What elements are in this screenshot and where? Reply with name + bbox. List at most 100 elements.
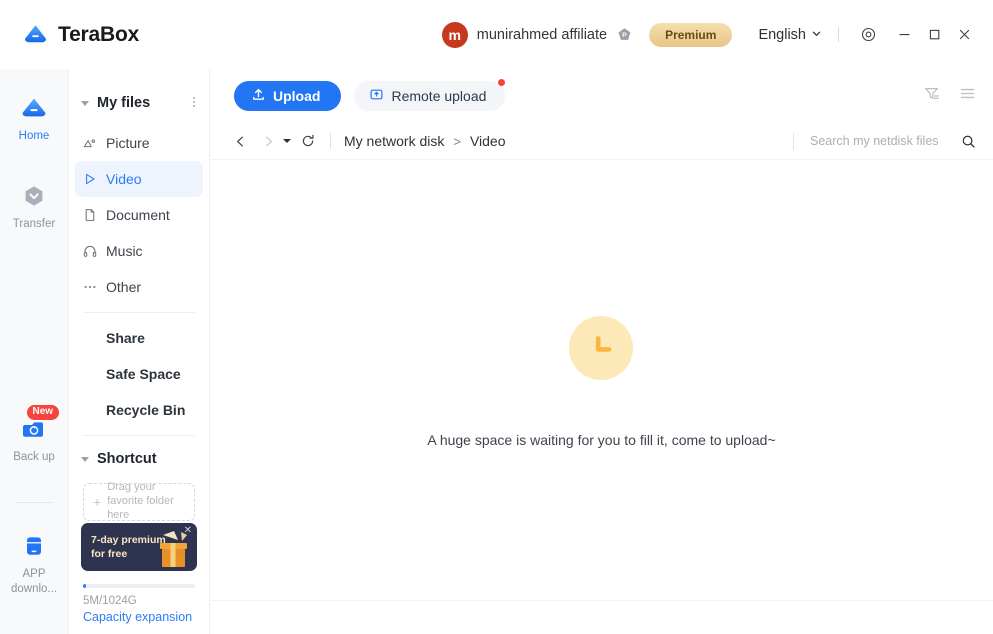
breadcrumb-item-current[interactable]: Video (470, 133, 506, 149)
app-download-icon (19, 531, 49, 561)
rail-label: Transfer (12, 218, 56, 231)
upload-button[interactable]: Upload (234, 81, 342, 111)
rail-label: Back up (13, 450, 55, 463)
terabox-cloud-logo-icon (22, 21, 49, 48)
breadcrumb-separator: > (453, 133, 461, 149)
file-list-area: A huge space is waiting for you to fill … (210, 159, 993, 634)
refresh-icon[interactable] (299, 134, 316, 148)
tree-item-share[interactable]: Share (75, 320, 203, 356)
promo-text: 7-day premium for free (91, 533, 166, 561)
content-bottom-divider (210, 600, 993, 601)
more-vertical-icon[interactable] (189, 93, 199, 113)
main-panel: Upload Remote upload My network disk > V… (210, 69, 993, 634)
document-icon (83, 208, 97, 222)
tree-item-picture[interactable]: Picture (75, 125, 203, 161)
tree-item-document[interactable]: Document (75, 197, 203, 233)
toolbar-right (923, 85, 976, 107)
capacity-expansion-link[interactable]: Capacity expansion (83, 610, 195, 624)
upload-button-label: Upload (273, 88, 321, 104)
new-badge: New (26, 404, 60, 420)
close-icon[interactable]: ✕ (184, 526, 192, 536)
breadcrumb-divider (330, 133, 331, 149)
notification-dot (498, 79, 506, 86)
rail-divider (15, 502, 53, 504)
titlebar-divider (838, 27, 839, 42)
nav-back-button[interactable] (232, 135, 249, 148)
shortcut-header[interactable]: Shortcut (75, 443, 203, 475)
storage-progress-bar (83, 584, 195, 588)
search-area (793, 132, 976, 150)
tree-divider (83, 435, 195, 436)
minimize-icon[interactable] (889, 21, 919, 49)
tree-item-label: Safe Space (106, 366, 181, 382)
shortcut-label: Shortcut (97, 451, 157, 467)
body: Home Transfer New Back up APP downlo... … (0, 69, 993, 634)
tree-item-label: Music (106, 243, 143, 259)
remote-upload-button[interactable]: Remote upload (354, 79, 506, 111)
title-bar: TeraBox m munirahmed affiliate P Premium… (0, 0, 993, 69)
toolbar: Upload Remote upload (210, 69, 993, 123)
search-icon[interactable] (961, 134, 976, 149)
rail-item-transfer[interactable]: Transfer (0, 181, 69, 231)
language-selector[interactable]: English (758, 27, 822, 43)
promo-banner[interactable]: 7-day premium for free ✕ (81, 523, 197, 571)
tree-item-label: Document (106, 207, 170, 223)
remote-upload-button-label: Remote upload (391, 88, 487, 104)
picture-icon (83, 136, 97, 150)
rail-bottom: New Back up APP downlo... (0, 404, 69, 634)
terabox-window: TeraBox m munirahmed affiliate P Premium… (0, 0, 993, 634)
chevron-down-icon (811, 27, 822, 43)
search-divider (793, 132, 794, 150)
nav-forward-button[interactable] (260, 135, 277, 148)
filter-funnel-icon[interactable] (923, 85, 940, 107)
breadcrumb-item-root[interactable]: My network disk (344, 133, 444, 149)
empty-state-message: A huge space is waiting for you to fill … (427, 432, 776, 448)
rail-label: APP downlo... (10, 568, 58, 595)
tree-item-music[interactable]: Music (75, 233, 203, 269)
promo-line2: for free (91, 548, 128, 560)
caret-down-icon[interactable] (81, 100, 89, 106)
breadcrumb-bar: My network disk > Video (210, 123, 993, 159)
tree-divider (83, 312, 195, 313)
clock-icon (569, 316, 634, 380)
tree-item-video[interactable]: Video (75, 161, 203, 197)
music-headphone-icon (83, 244, 97, 258)
tree-item-label: Recycle Bin (106, 402, 186, 418)
tree-item-label: Video (106, 171, 142, 187)
tree-item-label: Picture (106, 135, 150, 151)
upload-arrow-icon (251, 87, 266, 105)
tree-item-safe-space[interactable]: Safe Space (75, 356, 203, 392)
nav-rail: Home Transfer New Back up APP downlo... (0, 69, 69, 634)
rail-label: Home (18, 130, 50, 142)
file-tree-sidebar: My files Picture Video Document Music Ot… (69, 69, 210, 634)
promo-line1: 7-day premium (91, 533, 166, 546)
close-icon[interactable] (949, 21, 979, 49)
settings-target-icon[interactable] (853, 21, 883, 49)
tree-item-label: Share (106, 330, 145, 346)
rail-item-backup[interactable]: New Back up (0, 404, 69, 464)
caret-down-icon[interactable] (81, 456, 89, 462)
transfer-hexagon-icon (19, 181, 49, 211)
avatar[interactable]: m (441, 21, 468, 48)
premium-badge[interactable]: Premium (649, 22, 733, 47)
tree-item-recycle-bin[interactable]: Recycle Bin (75, 392, 203, 428)
maximize-icon[interactable] (919, 21, 949, 49)
rail-item-home[interactable]: Home (0, 93, 69, 143)
storage-usage-text: 5M/1024G (83, 595, 137, 607)
tree-item-other[interactable]: Other (75, 269, 203, 305)
video-play-icon (83, 172, 97, 186)
account-area[interactable]: m munirahmed affiliate P (441, 21, 632, 48)
svg-text:P: P (622, 32, 627, 39)
shortcut-dropzone[interactable]: + Drag your favorite folder here (83, 481, 195, 521)
tree-header[interactable]: My files (75, 81, 203, 125)
storage-progress-fill (83, 584, 86, 588)
storage-meter: 5M/1024G Capacity expansion (81, 584, 197, 624)
search-input[interactable] (808, 133, 952, 149)
list-view-icon[interactable] (959, 85, 976, 107)
breadcrumb: My network disk > Video (344, 133, 506, 149)
remote-upload-icon (369, 87, 384, 105)
nav-history-caret-icon[interactable] (283, 139, 291, 143)
rail-item-app-download[interactable]: APP downlo... (0, 531, 69, 596)
tree-item-label: Other (106, 279, 142, 295)
cloud-icon (19, 93, 49, 123)
